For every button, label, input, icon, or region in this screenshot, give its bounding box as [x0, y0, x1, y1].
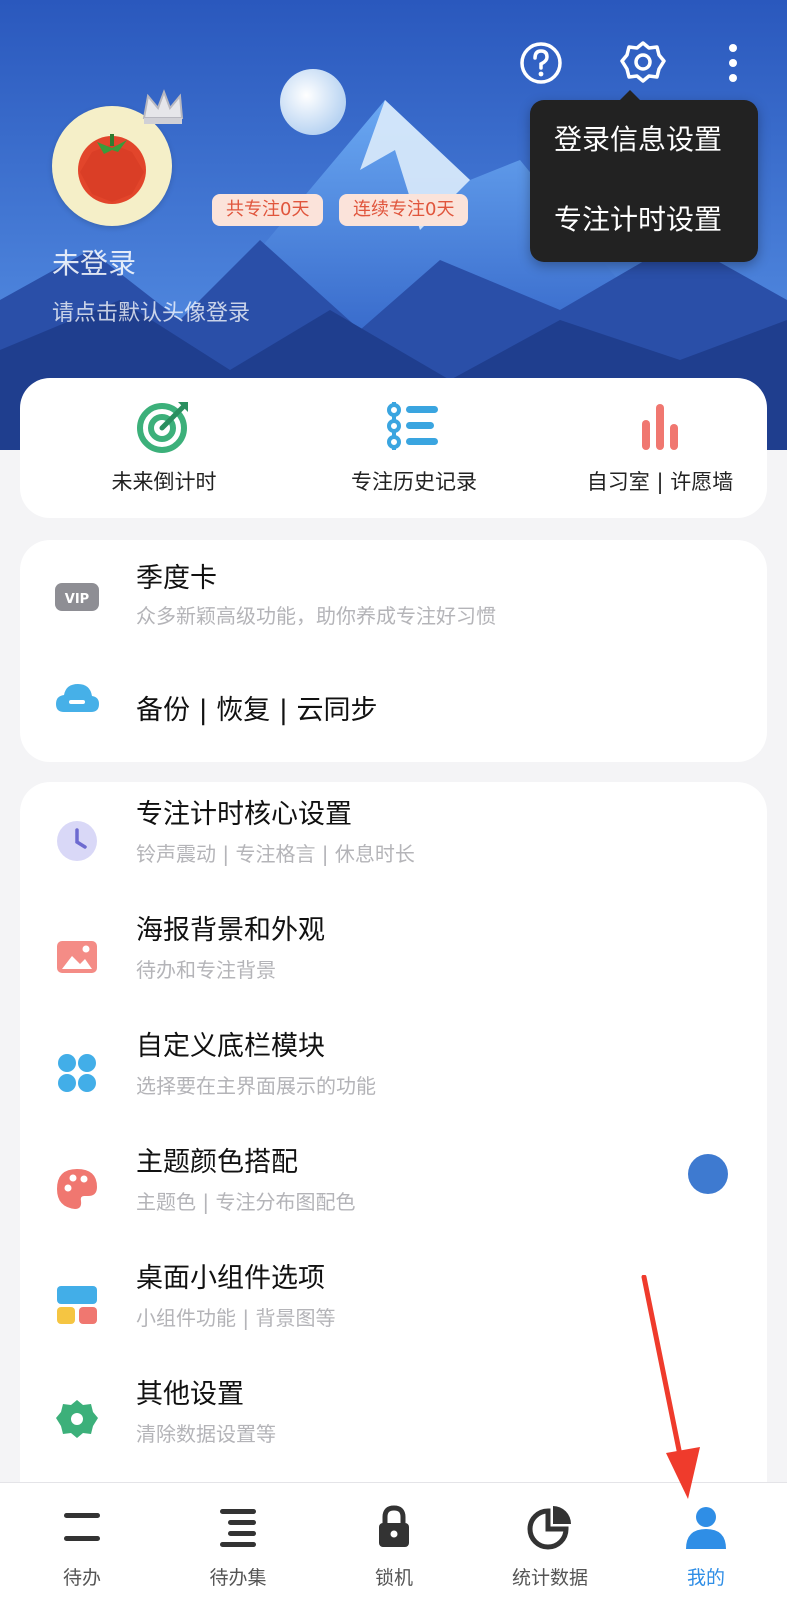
- quick-action-countdown[interactable]: 未来倒计时: [54, 396, 274, 496]
- row-subtitle: 铃声震动 | 专注格言 | 休息时长: [136, 842, 415, 866]
- row-subtitle: 待办和专注背景: [136, 958, 276, 982]
- popup-item-focus-timer-settings[interactable]: 专注计时设置: [554, 200, 722, 240]
- row-subtitle: 选择要在主界面展示的功能: [136, 1074, 376, 1098]
- todo-icon: [64, 1513, 100, 1541]
- streak-focus-badge: 连续专注0天: [339, 194, 469, 226]
- row-title: 备份 | 恢复 | 云同步: [136, 695, 378, 726]
- quick-action-study-room[interactable]: 自习室 | 许愿墙: [550, 396, 770, 496]
- gear-icon: [56, 1400, 98, 1438]
- bottom-navigation: 待办 待办集 锁机 统计数据 我的: [0, 1482, 787, 1600]
- settings-row-theme-color[interactable]: 主题颜色搭配 主题色 | 专注分布图配色: [20, 1130, 767, 1246]
- quick-action-history[interactable]: 专注历史记录: [304, 396, 524, 496]
- vip-badge-text: VIP: [65, 592, 89, 607]
- login-status[interactable]: 未登录: [52, 242, 136, 282]
- settings-popup-menu: 登录信息设置 专注计时设置: [530, 90, 758, 262]
- settings-row-other[interactable]: 其他设置 清除数据设置等: [20, 1362, 767, 1478]
- quick-action-label: 自习室 | 许愿墙: [586, 470, 734, 494]
- nav-label: 锁机: [374, 1567, 413, 1589]
- vip-row[interactable]: VIP 季度卡 众多新颖高级功能，助你养成专注好习惯: [20, 540, 767, 650]
- popup-item-login-settings[interactable]: 登录信息设置: [554, 120, 722, 160]
- more-vertical-icon[interactable]: [716, 40, 750, 86]
- row-subtitle: 小组件功能 | 背景图等: [136, 1306, 336, 1330]
- backup-row[interactable]: 备份 | 恢复 | 云同步: [20, 650, 767, 762]
- nav-todo-collection[interactable]: 待办集: [168, 1503, 308, 1590]
- total-focus-badge: 共专注0天: [212, 194, 324, 226]
- todo-list-icon: [220, 1509, 256, 1547]
- row-title: 主题颜色搭配: [136, 1147, 298, 1178]
- nav-lock[interactable]: 锁机: [324, 1503, 464, 1590]
- nav-statistics[interactable]: 统计数据: [480, 1503, 620, 1590]
- row-title: 其他设置: [136, 1379, 244, 1410]
- row-subtitle: 众多新颖高级功能，助你养成专注好习惯: [136, 604, 496, 628]
- vip-card: VIP 季度卡 众多新颖高级功能，助你养成专注好习惯 备份 | 恢复 | 云同步: [20, 540, 767, 762]
- clock-icon: [57, 821, 97, 861]
- gear-icon[interactable]: [620, 40, 666, 86]
- bars-icon: [642, 404, 678, 450]
- nav-label: 我的: [686, 1567, 725, 1589]
- help-icon[interactable]: [518, 40, 564, 86]
- row-title: 自定义底栏模块: [136, 1031, 325, 1062]
- quick-actions-card: 未来倒计时 专注历史记录 自习室 | 许愿墙: [20, 378, 767, 518]
- row-title: 桌面小组件选项: [136, 1263, 325, 1294]
- user-icon: [686, 1507, 726, 1549]
- target-icon: [137, 402, 188, 453]
- vip-icon: VIP: [55, 583, 99, 611]
- nav-todo[interactable]: 待办: [12, 1503, 152, 1590]
- settings-row-focus-core[interactable]: 专注计时核心设置 铃声震动 | 专注格言 | 休息时长: [20, 782, 767, 898]
- theme-color-swatch[interactable]: [688, 1154, 728, 1194]
- nav-profile[interactable]: 我的: [636, 1503, 776, 1590]
- settings-row-widgets[interactable]: 桌面小组件选项 小组件功能 | 背景图等: [20, 1246, 767, 1362]
- settings-card: 专注计时核心设置 铃声震动 | 专注格言 | 休息时长 海报背景和外观 待办和专…: [20, 782, 767, 1482]
- settings-row-poster[interactable]: 海报背景和外观 待办和专注背景: [20, 898, 767, 1014]
- row-title: 专注计时核心设置: [136, 799, 352, 830]
- nav-label: 待办: [62, 1567, 101, 1589]
- row-title: 海报背景和外观: [136, 915, 325, 946]
- settings-row-bottom-bar[interactable]: 自定义底栏模块 选择要在主界面展示的功能: [20, 1014, 767, 1130]
- quick-action-label: 专注历史记录: [351, 470, 477, 494]
- clover-icon: [58, 1054, 96, 1092]
- nav-label: 统计数据: [511, 1567, 588, 1589]
- row-title: 季度卡: [136, 563, 217, 594]
- quick-action-label: 未来倒计时: [111, 470, 217, 494]
- palette-icon: [57, 1169, 97, 1209]
- list-icon: [387, 402, 438, 450]
- cloud-icon: [56, 684, 99, 712]
- lock-icon: [379, 1505, 409, 1547]
- widget-icon: [57, 1286, 97, 1324]
- row-subtitle: 主题色 | 专注分布图配色: [136, 1190, 356, 1214]
- crown-icon: [142, 89, 184, 124]
- login-hint: 请点击默认头像登录: [52, 301, 251, 326]
- nav-label: 待办集: [209, 1567, 267, 1589]
- image-icon: [57, 941, 97, 973]
- pie-chart-icon: [527, 1506, 571, 1550]
- row-subtitle: 清除数据设置等: [136, 1422, 276, 1446]
